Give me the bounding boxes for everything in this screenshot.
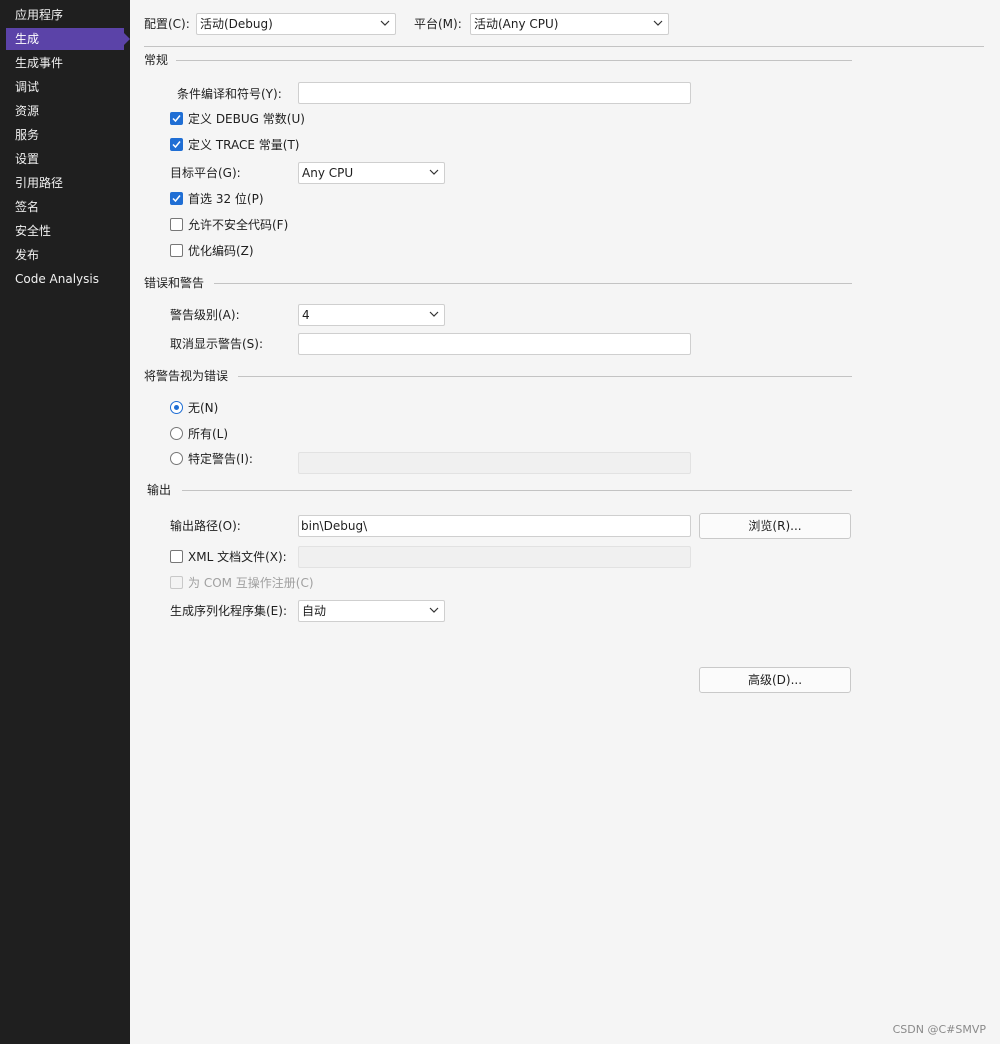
sidebar-item-label: 生成 [15, 32, 40, 46]
section-divider [238, 376, 852, 377]
section-title-general: 常规 [144, 53, 169, 67]
sidebar-item-publish[interactable]: 发布 [0, 244, 130, 266]
serialization-dropdown[interactable]: 自动 [298, 600, 445, 622]
section-divider [182, 490, 852, 491]
serialization-label: 生成序列化程序集(E): [170, 604, 287, 618]
target-platform-value: Any CPU [302, 166, 354, 180]
checkmark-icon [172, 195, 181, 203]
sidebar-item-security[interactable]: 安全性 [0, 220, 130, 242]
xml-doc-label: XML 文档文件(X): [188, 550, 287, 564]
define-debug-label: 定义 DEBUG 常数(U) [188, 112, 305, 126]
sidebar-item-code-analysis[interactable]: Code Analysis [0, 268, 130, 290]
sidebar-item-build[interactable]: 生成 [6, 28, 130, 50]
sidebar-item-resources[interactable]: 资源 [0, 100, 130, 122]
com-register-label: 为 COM 互操作注册(C) [188, 576, 314, 590]
optimize-label: 优化编码(Z) [188, 244, 254, 258]
sidebar-item-build-events[interactable]: 生成事件 [0, 52, 130, 74]
section-title-errors: 错误和警告 [144, 276, 205, 290]
treat-warnings-none-label: 无(N) [188, 401, 219, 415]
conditional-symbols-input[interactable] [298, 82, 691, 104]
checkmark-icon [172, 115, 181, 123]
target-platform-label: 目标平台(G): [170, 166, 241, 180]
define-debug-checkbox[interactable] [170, 112, 183, 125]
target-platform-dropdown[interactable]: Any CPU [298, 162, 445, 184]
top-divider [144, 46, 984, 47]
section-divider [176, 60, 852, 61]
chevron-down-icon [380, 20, 390, 26]
output-path-input[interactable]: bin\Debug\ [298, 515, 691, 537]
config-label: 配置(C): [144, 17, 190, 31]
output-path-label: 输出路径(O): [170, 519, 241, 533]
output-path-value: bin\Debug\ [301, 519, 368, 533]
sidebar-item-services[interactable]: 服务 [0, 124, 130, 146]
treat-warnings-all-label: 所有(L) [188, 427, 229, 441]
platform-label: 平台(M): [414, 17, 462, 31]
section-title-output: 输出 [147, 483, 172, 497]
specific-warnings-input[interactable] [298, 452, 691, 474]
section-title-treat-warnings: 将警告视为错误 [144, 369, 229, 383]
platform-dropdown[interactable]: 活动(Any CPU) [470, 13, 669, 35]
platform-value: 活动(Any CPU) [474, 17, 559, 31]
config-dropdown[interactable]: 活动(Debug) [196, 13, 396, 35]
sidebar-item-settings[interactable]: 设置 [0, 148, 130, 170]
watermark: CSDN @C#SMVP [892, 1023, 986, 1036]
sidebar-item-debug[interactable]: 调试 [0, 76, 130, 98]
define-trace-label: 定义 TRACE 常量(T) [188, 138, 300, 152]
chevron-down-icon [653, 20, 663, 26]
warning-level-label: 警告级别(A): [170, 308, 240, 322]
treat-warnings-all-radio[interactable] [170, 427, 183, 440]
serialization-value: 自动 [302, 604, 327, 618]
conditional-symbols-label: 条件编译和符号(Y): [177, 87, 282, 101]
warning-level-value: 4 [302, 308, 310, 322]
section-divider [214, 283, 852, 284]
treat-warnings-specific-label: 特定警告(I): [188, 452, 253, 466]
prefer-32bit-checkbox[interactable] [170, 192, 183, 205]
chevron-down-icon [429, 311, 439, 317]
treat-warnings-none-radio[interactable] [170, 401, 183, 414]
allow-unsafe-label: 允许不安全代码(F) [188, 218, 289, 232]
checkmark-icon [172, 141, 181, 149]
xml-doc-path-input[interactable] [298, 546, 691, 568]
prefer-32bit-label: 首选 32 位(P) [188, 192, 264, 206]
sidebar: 应用程序 生成 生成事件 调试 资源 服务 设置 引用路径 签名 安全性 发布 … [0, 0, 130, 1044]
config-value: 活动(Debug) [200, 17, 273, 31]
chevron-down-icon [429, 607, 439, 613]
xml-doc-checkbox[interactable] [170, 550, 183, 563]
browse-button[interactable]: 浏览(R)... [699, 513, 851, 539]
treat-warnings-specific-radio[interactable] [170, 452, 183, 465]
com-register-checkbox[interactable] [170, 576, 183, 589]
sidebar-item-application[interactable]: 应用程序 [0, 4, 130, 26]
suppress-warnings-input[interactable] [298, 333, 691, 355]
allow-unsafe-checkbox[interactable] [170, 218, 183, 231]
sidebar-item-reference-paths[interactable]: 引用路径 [0, 172, 130, 194]
chevron-down-icon [429, 169, 439, 175]
advanced-button[interactable]: 高级(D)... [699, 667, 851, 693]
optimize-checkbox[interactable] [170, 244, 183, 257]
define-trace-checkbox[interactable] [170, 138, 183, 151]
warning-level-dropdown[interactable]: 4 [298, 304, 445, 326]
sidebar-item-signing[interactable]: 签名 [0, 196, 130, 218]
suppress-warnings-label: 取消显示警告(S): [170, 337, 264, 351]
